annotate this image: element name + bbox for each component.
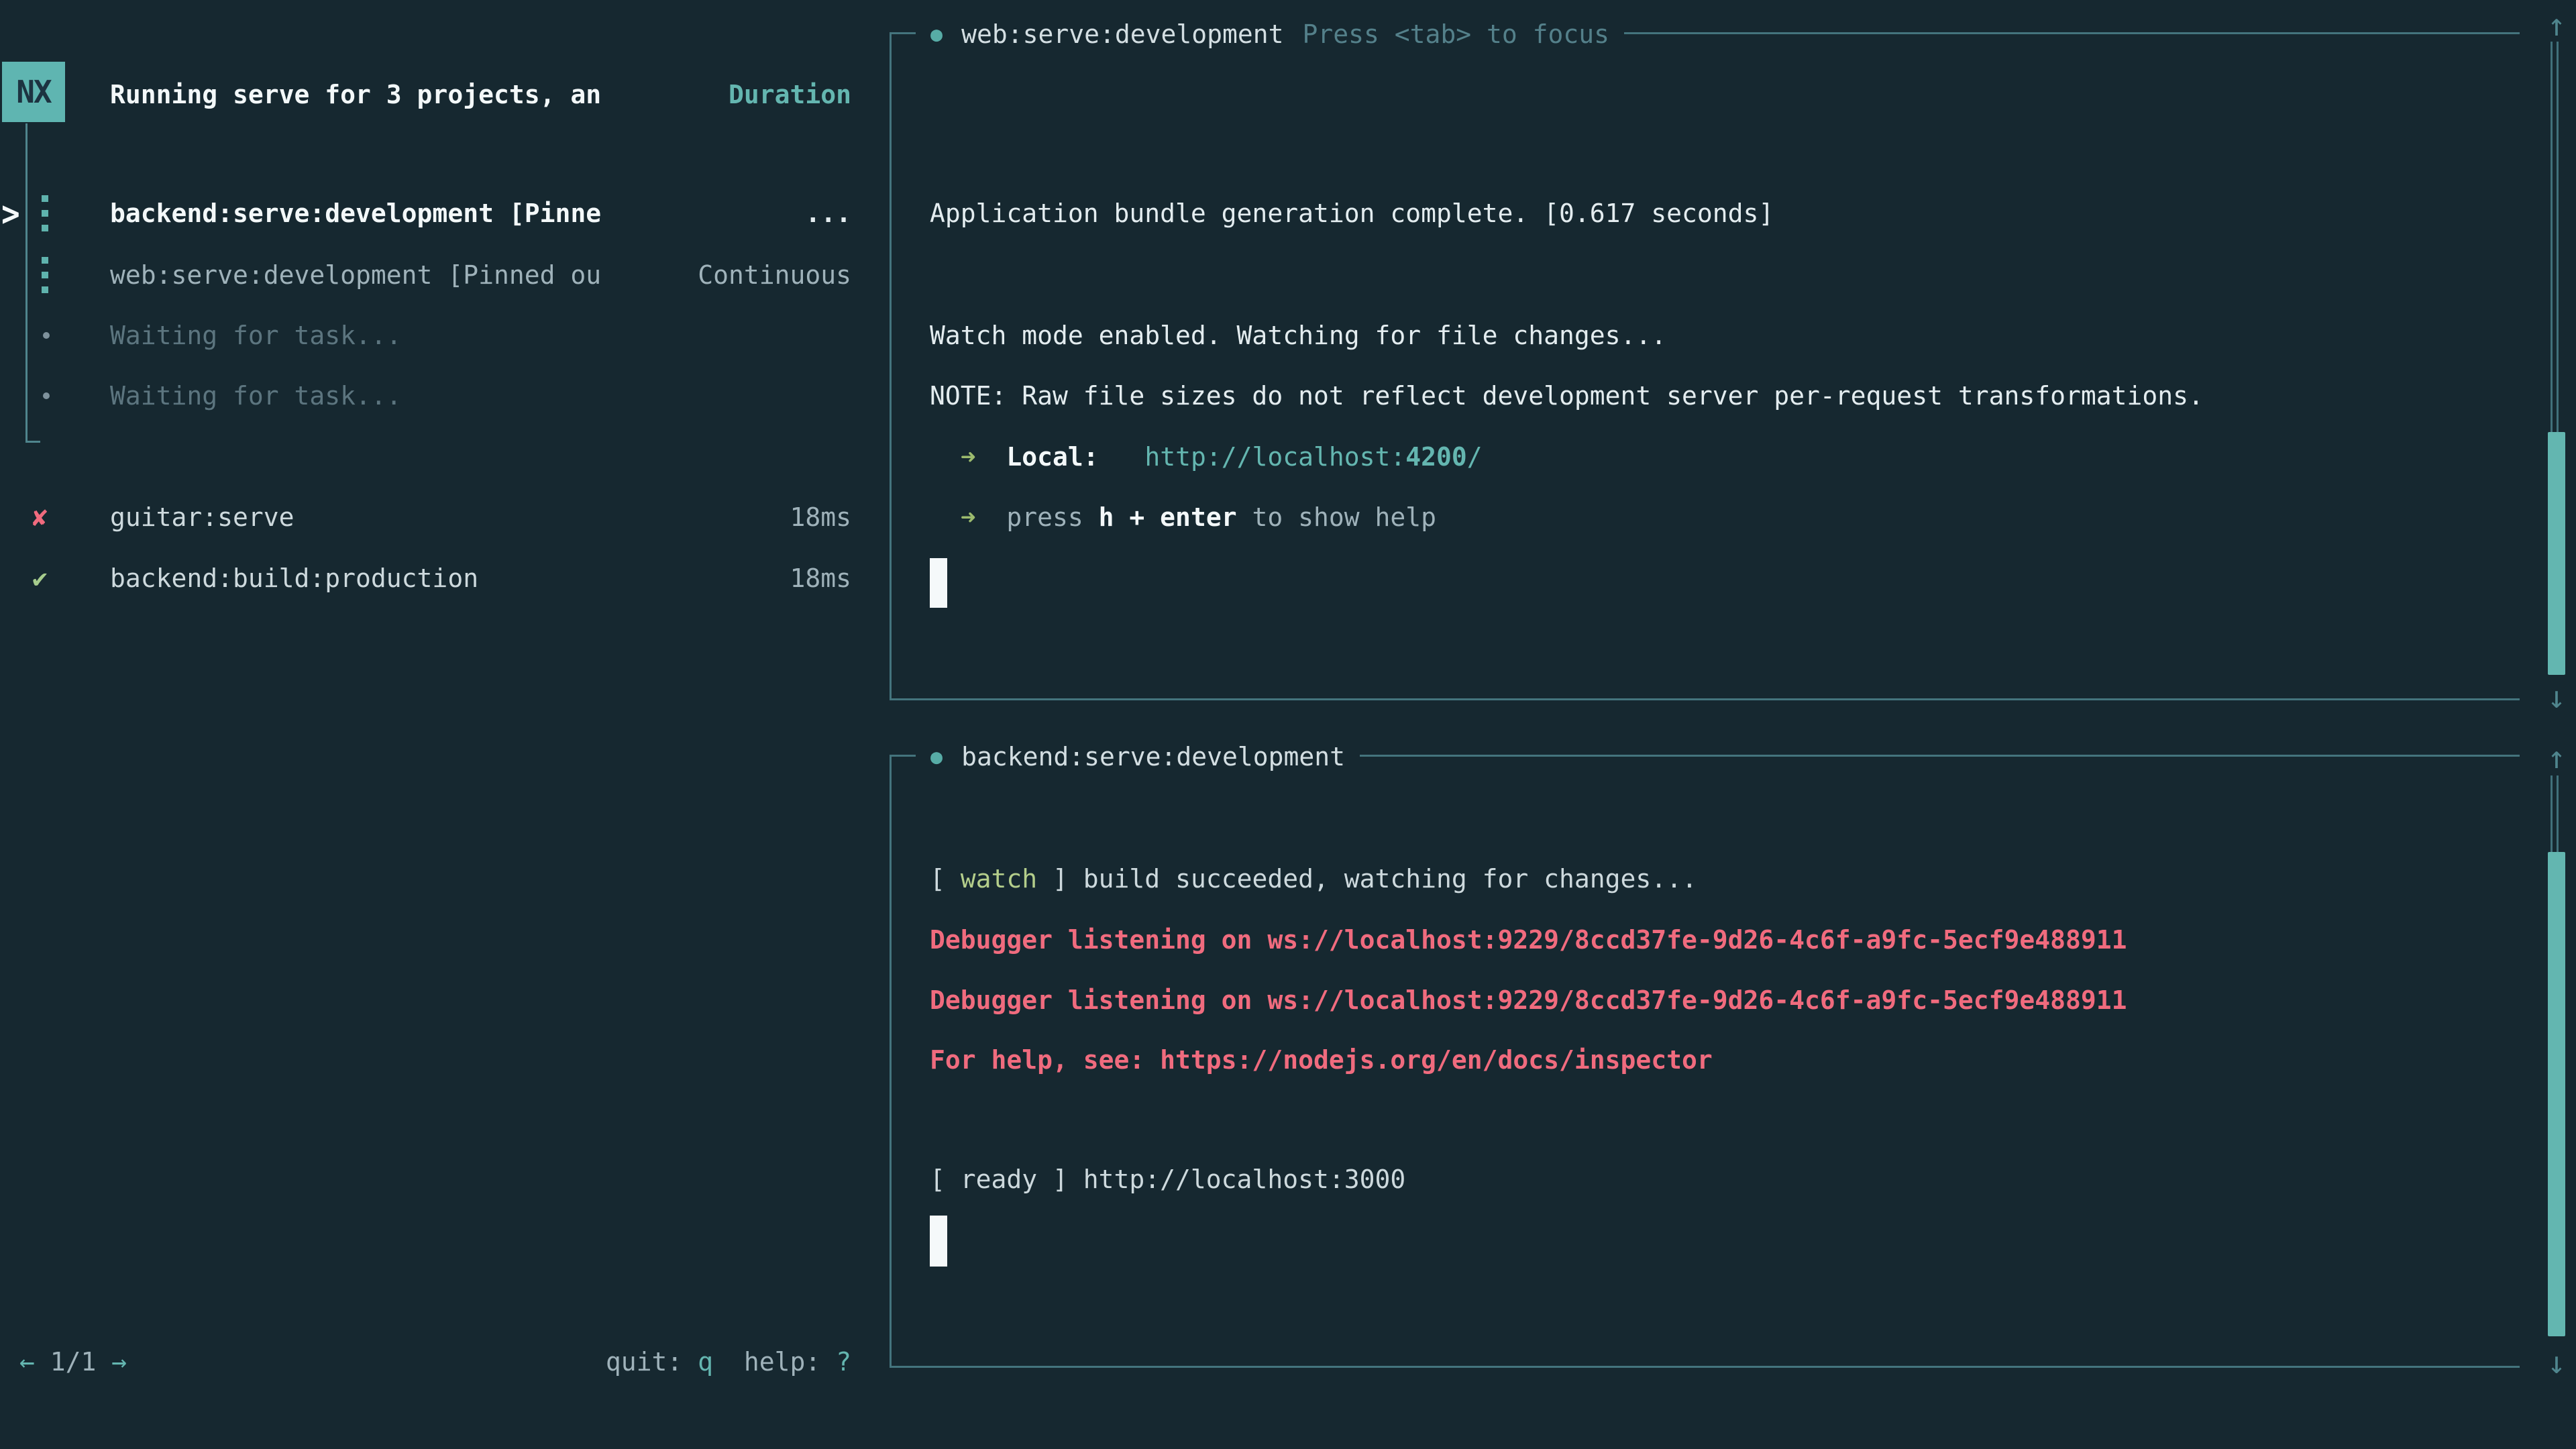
pager-prev-icon[interactable]: ← bbox=[19, 1347, 50, 1377]
scroll-down-icon[interactable]: ↓ bbox=[2545, 1347, 2568, 1378]
terminal-cursor bbox=[930, 1216, 947, 1267]
gap bbox=[1099, 442, 1145, 472]
quit-key: q bbox=[698, 1347, 713, 1377]
scroll-up-icon[interactable]: ↑ bbox=[2545, 9, 2568, 40]
hint-gap bbox=[713, 1347, 744, 1377]
scrollbar-track[interactable] bbox=[2551, 42, 2559, 432]
task-tree-line-foot bbox=[25, 441, 40, 443]
task-row-backend-build[interactable]: ✔ backend:build:production 18ms bbox=[0, 548, 885, 608]
task-row-backend-serve[interactable]: > backend:serve:development [Pinne ... bbox=[0, 183, 885, 244]
local-url-slash[interactable]: / bbox=[1467, 442, 1483, 472]
task-name: guitar:serve bbox=[110, 487, 294, 547]
terminal-line-local-url: ➜ Local: http://localhost: 4200 / bbox=[930, 427, 1483, 487]
local-port[interactable]: 4200 bbox=[1405, 442, 1467, 472]
task-name: backend:build:production bbox=[110, 548, 478, 608]
panel-title: web:serve:development bbox=[961, 19, 1283, 49]
local-url[interactable]: http://localhost: bbox=[1144, 442, 1405, 472]
scrollbar-panel-top: ↑ ↓ bbox=[2545, 9, 2568, 720]
task-duration: 18ms bbox=[790, 487, 851, 547]
arrow-icon: ➜ bbox=[930, 502, 1006, 532]
task-row-web-serve[interactable]: web:serve:development [Pinned ou Continu… bbox=[0, 245, 885, 305]
running-dot-icon: ● bbox=[930, 23, 943, 46]
task-row-waiting-2[interactable]: Waiting for task... bbox=[0, 366, 885, 426]
arrow-icon: ➜ bbox=[930, 442, 1006, 472]
scrollbar-thumb[interactable] bbox=[2548, 432, 2565, 675]
terminal-line-debugger: Debugger listening on ws://localhost:922… bbox=[930, 970, 2127, 1030]
task-status-value: ... bbox=[805, 183, 851, 244]
selected-chevron-icon: > bbox=[1, 178, 20, 248]
terminal-panel-web-serve[interactable]: ● web:serve:development Press <tab> to f… bbox=[890, 32, 2520, 700]
running-dot-icon: ● bbox=[930, 745, 943, 769]
panel-header: ● web:serve:development Press <tab> to f… bbox=[916, 17, 1624, 51]
task-name: web:serve:development [Pinned ou bbox=[110, 245, 601, 305]
terminal-line-inspector-help: For help, see: https://nodejs.org/en/doc… bbox=[930, 1030, 1713, 1090]
running-spinner-icon bbox=[42, 257, 48, 293]
running-spinner-icon bbox=[42, 195, 48, 231]
task-duration: 18ms bbox=[790, 548, 851, 608]
footer-bar: ← 1/1 → quit: q help: ? bbox=[0, 1332, 885, 1392]
press-word: press bbox=[1006, 502, 1098, 532]
press-rest: to show help bbox=[1237, 502, 1436, 532]
help-hint-label: help: bbox=[744, 1347, 836, 1377]
duration-column-header: Duration bbox=[729, 64, 851, 125]
terminal-line: Watch mode enabled. Watching for file ch… bbox=[930, 305, 1666, 366]
page-title: Running serve for 3 projects, an bbox=[110, 64, 601, 125]
task-failed-icon: ✘ bbox=[32, 487, 48, 547]
pager: ← 1/1 → bbox=[19, 1332, 127, 1392]
help-key: ? bbox=[836, 1347, 851, 1377]
scroll-down-icon[interactable]: ↓ bbox=[2545, 682, 2568, 712]
watch-word: watch bbox=[961, 864, 1037, 894]
focus-hint: Press <tab> to focus bbox=[1303, 19, 1610, 49]
terminal-cursor bbox=[930, 558, 947, 608]
nx-logo: NX bbox=[2, 62, 65, 122]
waiting-dot-icon bbox=[43, 392, 50, 399]
keyboard-hints: quit: q help: ? bbox=[606, 1332, 851, 1392]
task-row-guitar-serve[interactable]: ✘ guitar:serve 18ms bbox=[0, 487, 885, 547]
scroll-up-icon[interactable]: ↑ bbox=[2545, 742, 2568, 773]
panel-title: backend:serve:development bbox=[961, 742, 1345, 771]
watch-rest: build succeeded, watching for changes... bbox=[1083, 864, 1697, 894]
terminal-line: NOTE: Raw file sizes do not reflect deve… bbox=[930, 366, 2204, 426]
local-label: Local: bbox=[1006, 442, 1098, 472]
bracket-open: [ bbox=[930, 864, 961, 894]
quit-hint-label: quit: bbox=[606, 1347, 698, 1377]
task-success-icon: ✔ bbox=[32, 548, 48, 608]
scrollbar-panel-bottom: ↑ ↓ bbox=[2545, 742, 2568, 1386]
scrollbar-thumb[interactable] bbox=[2548, 852, 2565, 1336]
terminal-panel-backend-serve[interactable]: ● backend:serve:development [ watch ] bu… bbox=[890, 755, 2520, 1368]
task-row-waiting-1[interactable]: Waiting for task... bbox=[0, 305, 885, 366]
terminal-line-ready: [ ready ] http://localhost:3000 bbox=[930, 1149, 1405, 1210]
terminal-line-help-hint: ➜ press h + enter to show help bbox=[930, 487, 1436, 547]
task-list-pane: NX Running serve for 3 projects, an Dura… bbox=[0, 0, 885, 1449]
task-status-value: Continuous bbox=[698, 245, 851, 305]
terminal-line: Application bundle generation complete. … bbox=[930, 183, 1774, 244]
scrollbar-track[interactable] bbox=[2551, 775, 2559, 852]
bracket-close: ] bbox=[1037, 864, 1083, 894]
task-name: Waiting for task... bbox=[110, 305, 402, 366]
task-name: backend:serve:development [Pinne bbox=[110, 183, 601, 244]
waiting-dot-icon bbox=[43, 332, 50, 339]
pager-next-icon[interactable]: → bbox=[96, 1347, 127, 1377]
panel-header: ● backend:serve:development bbox=[916, 740, 1360, 773]
terminal-line-debugger: Debugger listening on ws://localhost:922… bbox=[930, 910, 2127, 970]
task-name: Waiting for task... bbox=[110, 366, 402, 426]
pager-page-indicator: 1/1 bbox=[50, 1347, 97, 1377]
press-keys: h + enter bbox=[1099, 502, 1237, 532]
terminal-line-watch: [ watch ] build succeeded, watching for … bbox=[930, 849, 1697, 909]
